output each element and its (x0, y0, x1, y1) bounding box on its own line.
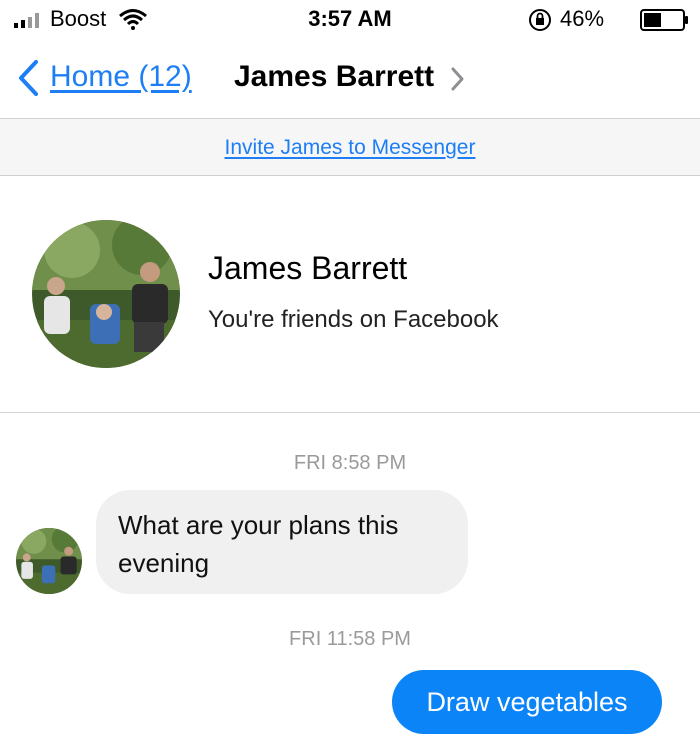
divider (0, 412, 700, 413)
profile-name: James Barrett (208, 250, 408, 286)
battery-percent: 46% (560, 6, 605, 31)
outgoing-message-bubble[interactable]: Draw vegetables (392, 670, 662, 734)
incoming-message-bubble[interactable]: What are your plans this evening (96, 490, 468, 594)
invite-link[interactable]: Invite James to Messenger (0, 136, 700, 160)
chevron-left-icon[interactable] (16, 58, 40, 98)
message-timestamp: FRI 8:58 PM (293, 452, 407, 474)
back-button[interactable]: Home (12) (50, 60, 192, 94)
friendship-status: You're friends on Facebook (208, 306, 499, 333)
profile-avatar[interactable] (32, 220, 180, 368)
chevron-right-icon[interactable] (450, 66, 466, 92)
rotation-lock-icon (529, 9, 551, 31)
battery-icon (640, 9, 688, 31)
chat-title[interactable]: James Barrett (234, 60, 434, 94)
message-timestamp: FRI 11:58 PM (289, 628, 411, 650)
sender-avatar[interactable] (16, 528, 82, 594)
